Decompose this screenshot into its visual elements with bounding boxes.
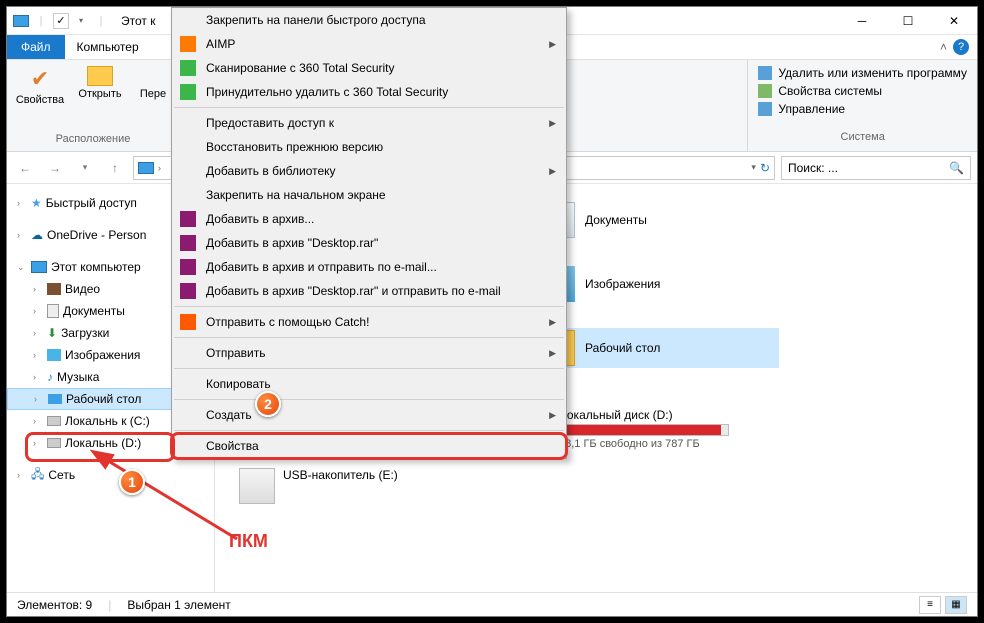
sysprops-icon (758, 84, 772, 98)
submenu-arrow-icon: ▶ (549, 166, 556, 177)
ctx-item[interactable]: Закрепить на панели быстрого доступа (172, 8, 566, 32)
qat-check-icon[interactable]: ✓ (53, 13, 69, 29)
manage-icon (758, 102, 772, 116)
ctx-item[interactable]: Отправить с помощью Catch!▶ (172, 310, 566, 334)
dropdown-icon[interactable]: ▾ (751, 162, 756, 173)
rar-icon (180, 211, 196, 227)
ctx-item[interactable]: Сканирование с 360 Total Security (172, 56, 566, 80)
ctx-item[interactable]: AIMP▶ (172, 32, 566, 56)
ctx-item[interactable]: Добавить в архив... (172, 207, 566, 231)
360-icon (180, 60, 196, 76)
pics-icon (47, 349, 61, 361)
ribbon-group-system: Система (758, 131, 967, 145)
minimize-button[interactable]: ─ (839, 7, 885, 35)
annotation-pkm-label: ПКМ (229, 531, 268, 552)
submenu-arrow-icon: ▶ (549, 348, 556, 359)
chevron-up-icon[interactable]: ˄ (940, 40, 947, 54)
annotation-badge-1: 1 (119, 469, 145, 495)
link-manage[interactable]: Управление (758, 102, 967, 116)
ribbon-group-location: Расположение (13, 133, 173, 147)
star-icon: ★ (31, 196, 42, 210)
ctx-item[interactable]: Отправить▶ (172, 341, 566, 365)
link-uninstall[interactable]: Удалить или изменить программу (758, 66, 967, 80)
status-count: Элементов: 9 (17, 598, 92, 612)
folder-desktop[interactable]: Рабочий стол (539, 328, 779, 368)
forward-button[interactable]: → (43, 156, 67, 180)
catch-icon (180, 314, 196, 330)
qat-sep: | (33, 13, 49, 29)
submenu-arrow-icon: ▶ (549, 118, 556, 129)
video-icon (47, 283, 61, 295)
folder-icon (87, 66, 113, 86)
aimp-icon (180, 36, 196, 52)
view-details-button[interactable]: ≡ (919, 596, 941, 614)
ctx-item[interactable]: Добавить в архив "Desktop.rar" и отправи… (172, 279, 566, 303)
status-selection: Выбран 1 элемент (127, 598, 230, 612)
cloud-icon: ☁ (31, 228, 43, 242)
pc-icon (13, 13, 29, 29)
ctx-item[interactable]: Предоставить доступ к▶ (172, 111, 566, 135)
usage-bar (559, 424, 729, 436)
ribbon-open[interactable]: Открыть (73, 64, 127, 106)
context-menu: Закрепить на панели быстрого доступаAIMP… (171, 7, 567, 459)
back-button[interactable]: ← (13, 156, 37, 180)
rar-icon (180, 235, 196, 251)
submenu-arrow-icon: ▶ (549, 410, 556, 421)
link-sysprops[interactable]: Свойства системы (758, 84, 967, 98)
qat-sep2: | (93, 13, 109, 29)
ctx-item[interactable]: Добавить в библиотеку▶ (172, 159, 566, 183)
recent-button[interactable]: ▾ (73, 156, 97, 180)
status-bar: Элементов: 9 | Выбран 1 элемент ≡ ▦ (7, 592, 977, 616)
rar-icon (180, 259, 196, 275)
pc-icon (138, 162, 154, 174)
music-icon: ♪ (47, 370, 53, 384)
up-button[interactable]: ↑ (103, 156, 127, 180)
refresh-icon[interactable]: ↻ (760, 161, 770, 175)
tab-file[interactable]: Файл (7, 35, 65, 59)
qat: | ✓ ▾ | (7, 13, 115, 29)
submenu-arrow-icon: ▶ (549, 39, 556, 50)
ctx-item[interactable]: Создать▶ (172, 403, 566, 427)
drive-icon (47, 416, 61, 426)
ctx-item[interactable]: Добавить в архив "Desktop.rar" (172, 231, 566, 255)
search-input[interactable]: Поиск: ... 🔍 (781, 156, 971, 180)
chevron-right-icon: › (158, 163, 161, 173)
qat-down-icon[interactable]: ▾ (73, 13, 89, 29)
submenu-arrow-icon: ▶ (549, 317, 556, 328)
ribbon-rename[interactable]: Пере (133, 64, 173, 106)
download-icon: ⬇ (47, 326, 57, 340)
tab-computer[interactable]: Компьютер (65, 35, 151, 59)
ctx-item[interactable]: Добавить в архив и отправить по e-mail..… (172, 255, 566, 279)
network-icon: 🖧 (31, 465, 44, 486)
window-title: Этот к (115, 14, 155, 28)
close-button[interactable]: ✕ (931, 7, 977, 35)
rename-icon (143, 66, 163, 86)
ctx-item[interactable]: Восстановить прежнюю версию (172, 135, 566, 159)
uninstall-icon (758, 66, 772, 80)
docs-icon (47, 304, 59, 318)
ctx-item[interactable]: Принудительно удалить с 360 Total Securi… (172, 80, 566, 104)
search-icon: 🔍 (949, 161, 964, 175)
maximize-button[interactable]: ☐ (885, 7, 931, 35)
help-icon[interactable]: ? (953, 39, 969, 55)
ribbon-properties[interactable]: ✔ Свойства (13, 64, 67, 106)
folder-docs[interactable]: Документы (539, 200, 779, 240)
ctx-item[interactable]: Закрепить на начальном экране (172, 183, 566, 207)
annotation-badge-2: 2 (255, 391, 281, 417)
desktop-icon (48, 394, 62, 404)
drive-e[interactable]: USB-накопитель (E:) (239, 468, 479, 504)
360-icon (180, 84, 196, 100)
view-icons-button[interactable]: ▦ (945, 596, 967, 614)
rar-icon (180, 283, 196, 299)
folder-pics[interactable]: Изображения (539, 264, 779, 304)
check-icon: ✔ (31, 66, 49, 92)
pc-icon (31, 261, 47, 273)
ctx-item[interactable]: Копировать (172, 372, 566, 396)
